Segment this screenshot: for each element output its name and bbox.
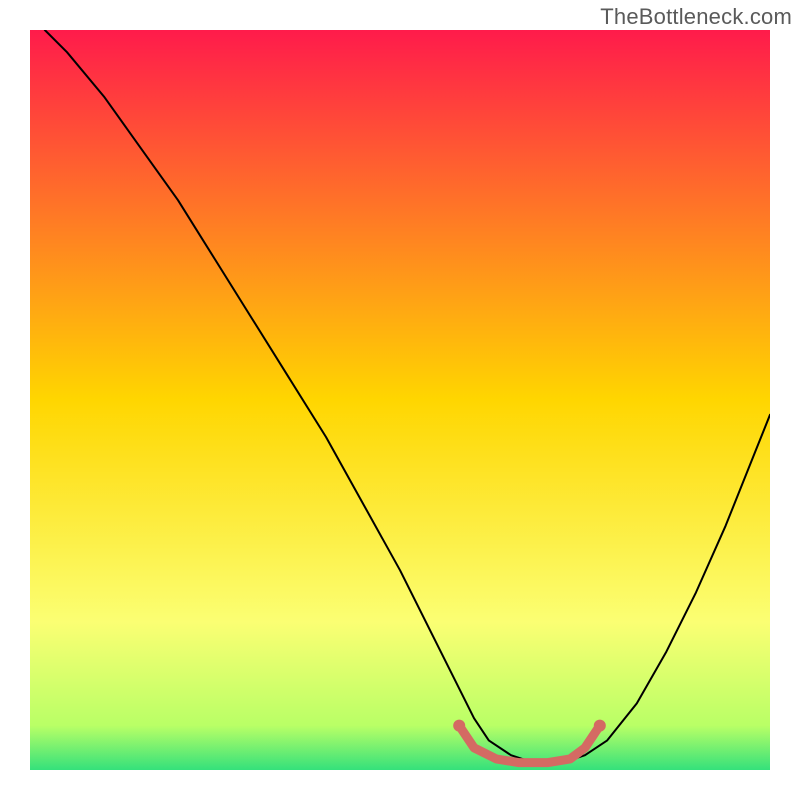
plot-area [30, 30, 770, 770]
marker-dot-1 [594, 720, 606, 732]
watermark-text: TheBottleneck.com [600, 4, 792, 30]
chart-container: TheBottleneck.com [0, 0, 800, 800]
marker-dot-0 [453, 720, 465, 732]
bottleneck-chart [30, 30, 770, 770]
gradient-background [30, 30, 770, 770]
